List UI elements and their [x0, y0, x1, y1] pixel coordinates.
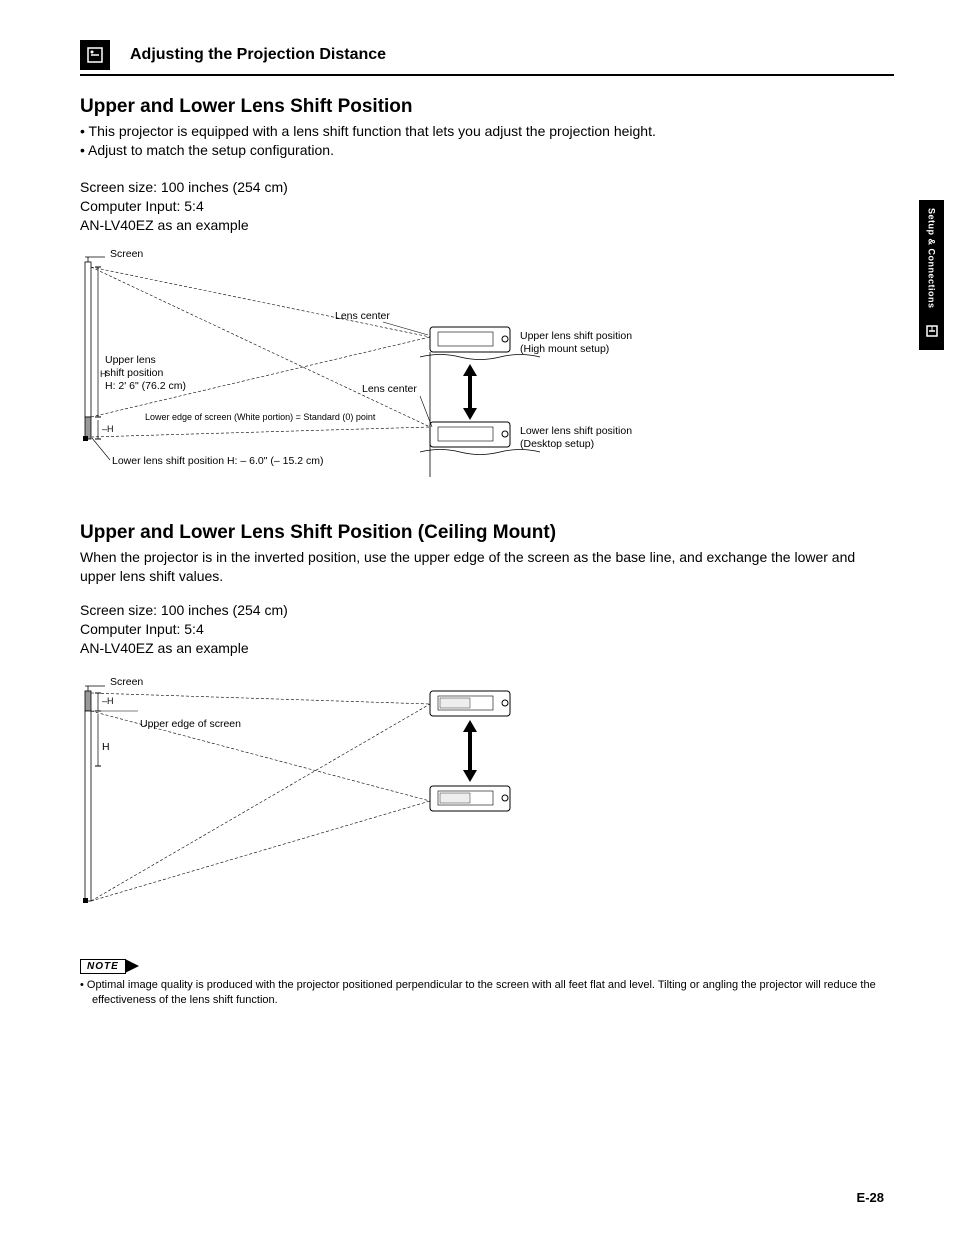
diagram-label-screen: Screen: [110, 248, 143, 260]
ceiling-mount-diagram: Screen Upper edge of screen –H H: [80, 666, 894, 916]
diagram-label-lower-setup: (Desktop setup): [520, 438, 594, 450]
note-badge: NOTE: [80, 959, 126, 974]
spec-line: AN-LV40EZ as an example: [80, 639, 894, 658]
setup-icon: [924, 323, 940, 344]
section-body: When the projector is in the inverted po…: [80, 548, 894, 586]
spec-line: Screen size: 100 inches (254 cm): [80, 601, 894, 620]
section-title: Upper and Lower Lens Shift Position (Cei…: [80, 522, 894, 544]
spec-line: Computer Input: 5:4: [80, 197, 894, 216]
spec-line: Screen size: 100 inches (254 cm): [80, 178, 894, 197]
diagram-label-lens-center: Lens center: [335, 310, 390, 322]
diagram-label-lower-shift: Lower lens shift position H: – 6.0" (– 1…: [112, 455, 324, 467]
diagram-label-h: H: [102, 741, 110, 753]
bullet-item: This projector is equipped with a lens s…: [80, 122, 894, 141]
page-number: E-28: [857, 1190, 884, 1205]
note-list: Optimal image quality is produced with t…: [80, 978, 894, 1008]
section-title: Upper and Lower Lens Shift Position: [80, 96, 894, 118]
diagram-label-lower-edge: Lower edge of screen (White portion) = S…: [145, 412, 375, 422]
diagram-label-upper-lens: Upper lens: [105, 354, 156, 366]
spec-line: AN-LV40EZ as an example: [80, 216, 894, 235]
bullet-item: Adjust to match the setup configuration.: [80, 141, 894, 160]
note-block: NOTE Optimal image quality is produced w…: [80, 956, 894, 1008]
diagram-label-neg-h: –H: [102, 424, 114, 434]
diagram-label-screen: Screen: [110, 676, 143, 688]
diagram-label-upper-edge: Upper edge of screen: [140, 718, 241, 730]
page-header: Adjusting the Projection Distance: [80, 40, 894, 76]
spec-block: Screen size: 100 inches (254 cm) Compute…: [80, 601, 894, 658]
setup-icon: [80, 40, 110, 70]
bullet-list: This projector is equipped with a lens s…: [80, 122, 894, 160]
header-title: Adjusting the Projection Distance: [130, 46, 386, 64]
side-tab-label: Setup & Connections: [927, 200, 937, 309]
spec-block: Screen size: 100 inches (254 cm) Compute…: [80, 178, 894, 235]
diagram-label-lens-center: Lens center: [362, 383, 417, 395]
diagram-label-h: H: [100, 369, 107, 379]
diagram-label-neg-h: –H: [102, 696, 114, 706]
spec-line: Computer Input: 5:4: [80, 620, 894, 639]
lens-shift-diagram: Screen Lens center Lens center Upper len…: [80, 242, 894, 482]
diagram-label-upper-pos: Upper lens shift position: [520, 330, 632, 342]
side-tab: Setup & Connections: [919, 200, 944, 350]
diagram-label-shift-pos: shift position: [105, 367, 163, 379]
diagram-label-lower-pos: Lower lens shift position: [520, 425, 632, 437]
diagram-label-upper-setup: (High mount setup): [520, 343, 609, 355]
note-item: Optimal image quality is produced with t…: [80, 978, 894, 1008]
diagram-label-h-value: H: 2' 6" (76.2 cm): [105, 380, 186, 392]
